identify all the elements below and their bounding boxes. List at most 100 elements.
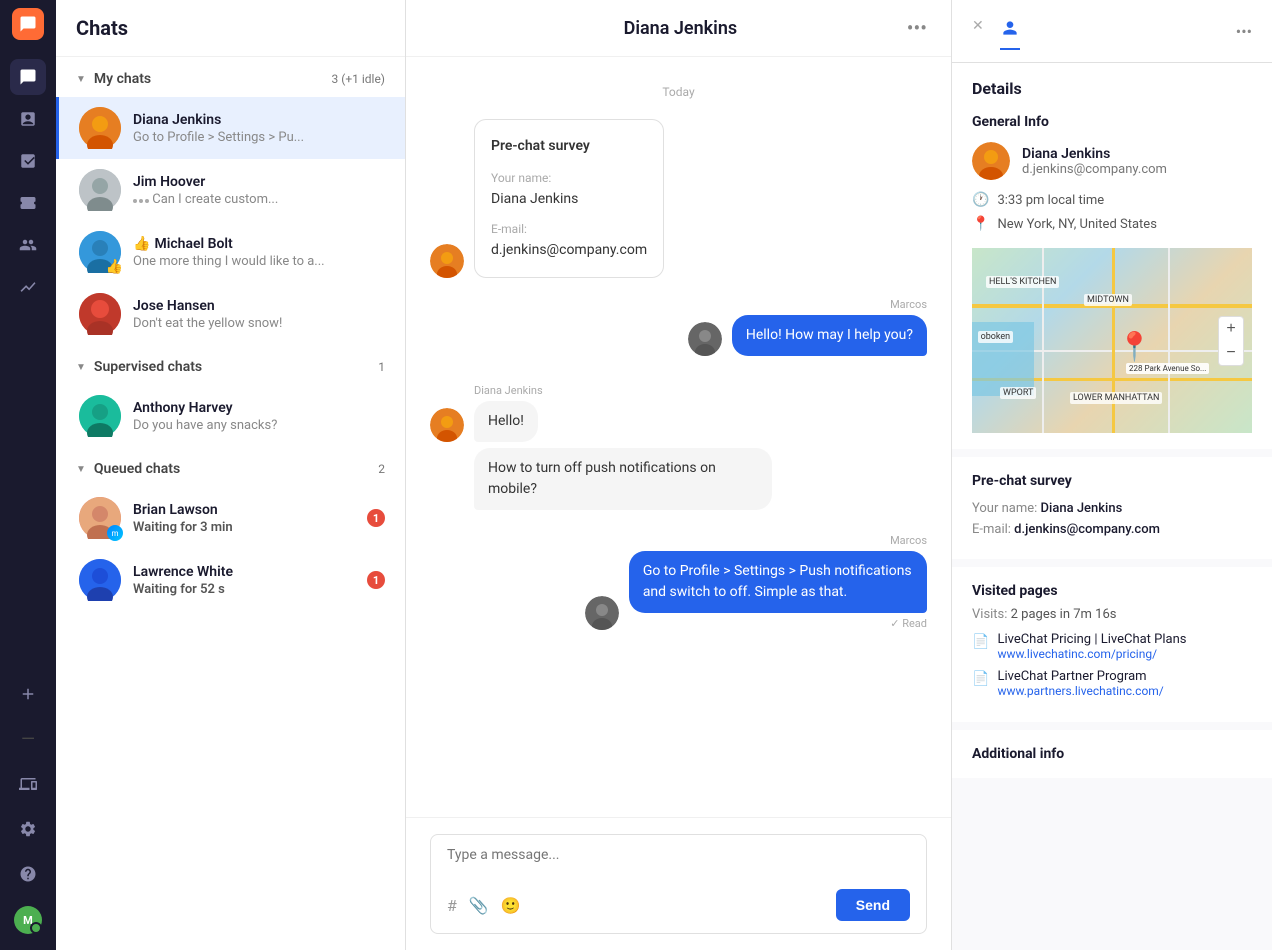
- visited-pages-title: Visited pages: [972, 583, 1252, 599]
- sidebar: Chats ▼ My chats 3 (+1 idle) Diana Jenki…: [56, 0, 406, 950]
- read-receipt: ✓ Read: [629, 617, 927, 630]
- chat-item-jim[interactable]: Jim Hoover Can I create custom...: [56, 159, 405, 221]
- survey-name-value: Diana Jenkins: [491, 189, 647, 210]
- nav-icon-reports[interactable]: [10, 101, 46, 137]
- supervised-chats-section-header[interactable]: ▼ Supervised chats 1: [56, 345, 405, 385]
- survey-bubble: Pre-chat survey Your name: Diana Jenkins…: [474, 119, 664, 278]
- msg-avatar-marcos-1: [688, 322, 722, 356]
- detail-user-email: d.jenkins@company.com: [1022, 162, 1167, 177]
- msg-content-diana-hello: Hello!: [474, 401, 538, 442]
- map-label-hells-kitchen: HELL'S KITCHEN: [986, 276, 1059, 288]
- details-section: Details General Info Diana Jenkins d.jen…: [952, 63, 1272, 449]
- nav-icon-divider-line: —: [10, 721, 46, 757]
- queued-chats-section-header[interactable]: ▼ Queued chats 2: [56, 447, 405, 487]
- msg-avatar-marcos-2: [585, 596, 619, 630]
- msg-avatar-diana-survey: [430, 244, 464, 278]
- visited-pages-section: Visited pages Visits: 2 pages in 7m 16s …: [952, 567, 1272, 722]
- page-item-1: 📄 LiveChat Pricing | LiveChat Plans www.…: [972, 632, 1252, 661]
- local-time-row: 🕐 3:33 pm local time: [972, 192, 1252, 208]
- map-zoom-out[interactable]: −: [1219, 341, 1243, 365]
- map-zoom-in[interactable]: +: [1219, 317, 1243, 341]
- input-icons: # 📎 🙂: [447, 896, 521, 915]
- right-panel: ✕ ••• Details General Info: [952, 0, 1272, 950]
- nav-icon-inbox[interactable]: [10, 143, 46, 179]
- nav-icon-cards[interactable]: [10, 766, 46, 802]
- prechat-survey-section: Pre-chat survey Your name: Diana Jenkins…: [952, 457, 1272, 559]
- msg-row-hello-outgoing: Marcos Hello! How may I help you?: [430, 298, 927, 356]
- typing-indicator: [133, 199, 149, 203]
- map-container[interactable]: HELL'S KITCHEN MIDTOWN oboken WPORT LOWE…: [972, 248, 1252, 433]
- chat-name-anthony: Anthony Harvey: [133, 400, 385, 416]
- chat-name-jose: Jose Hansen: [133, 298, 385, 314]
- page-title-1: LiveChat Pricing | LiveChat Plans: [997, 632, 1252, 647]
- prechat-name-row: Your name: Diana Jenkins: [972, 501, 1252, 516]
- general-info: General Info Diana Jenkins d.jenkins@com…: [972, 114, 1252, 232]
- nav-icon-chats[interactable]: [10, 59, 46, 95]
- nav-icon-settings[interactable]: [10, 811, 46, 847]
- logo[interactable]: [12, 8, 44, 40]
- queued-chats-title: Queued chats: [94, 461, 180, 477]
- msg-bubble-diana-push: How to turn off push notifications on mo…: [474, 448, 772, 510]
- chat-item-lawrence[interactable]: Lawrence White Waiting for 52 s 1: [56, 549, 405, 611]
- nav-icon-help[interactable]: [10, 856, 46, 892]
- date-divider: Today: [430, 85, 927, 99]
- page-info-2: LiveChat Partner Program www.partners.li…: [997, 669, 1252, 698]
- chat-contact-name: Diana Jenkins: [624, 18, 738, 39]
- chat-item-michael[interactable]: 👍 👍 Michael Bolt One more thing I would …: [56, 221, 405, 283]
- tab-close[interactable]: ✕: [972, 12, 984, 50]
- map-label-lower-manhattan: LOWER MANHATTAN: [1070, 392, 1162, 404]
- msg-bubble-marcos-hello: Hello! How may I help you?: [732, 315, 927, 356]
- nav-icon-analytics[interactable]: [10, 269, 46, 305]
- msg-bubble-marcos-reply: Go to Profile > Settings > Push notifica…: [629, 551, 927, 613]
- avatar-brian-wrapper: m: [79, 497, 121, 539]
- nav-icon-add[interactable]: [10, 676, 46, 712]
- chat-item-jose[interactable]: Jose Hansen Don't eat the yellow snow!: [56, 283, 405, 345]
- tab-person[interactable]: [1000, 12, 1020, 50]
- hashtag-icon[interactable]: #: [447, 896, 457, 915]
- msg-row-diana-hello: Hello!: [430, 401, 927, 442]
- map-background: HELL'S KITCHEN MIDTOWN oboken WPORT LOWE…: [972, 248, 1252, 433]
- chat-preview-anthony: Do you have any snacks?: [133, 418, 385, 433]
- attachment-icon[interactable]: 📎: [469, 896, 489, 915]
- message-input-actions: # 📎 🙂 Send: [447, 889, 910, 921]
- msg-row-diana-push: How to turn off push notifications on mo…: [430, 448, 927, 510]
- map-zoom-controls: + −: [1218, 316, 1244, 366]
- msg-marcos-reply-wrapper: Marcos Go to Profile > Settings > Push n…: [430, 534, 927, 630]
- chat-preview-jim: Can I create custom...: [133, 192, 385, 207]
- user-avatar-detail: [972, 142, 1010, 180]
- msg-diana-hello-wrapper: Diana Jenkins Hello! How to turn off pus…: [430, 384, 927, 510]
- prechat-name-val: Diana Jenkins: [1041, 501, 1123, 516]
- msg-avatar-diana-chat: [430, 408, 464, 442]
- page-info-1: LiveChat Pricing | LiveChat Plans www.li…: [997, 632, 1252, 661]
- send-button[interactable]: Send: [836, 889, 910, 921]
- messages-area: Today Pre-chat survey Your name: Diana J…: [406, 57, 951, 817]
- chat-info-michael: 👍 Michael Bolt One more thing I would li…: [133, 236, 385, 269]
- chat-item-anthony[interactable]: Anthony Harvey Do you have any snacks?: [56, 385, 405, 447]
- msg-row-marcos-reply: Marcos Go to Profile > Settings > Push n…: [430, 534, 927, 630]
- chat-more-button[interactable]: •••: [907, 16, 927, 40]
- nav-icon-tickets[interactable]: [10, 185, 46, 221]
- chat-name-michael: 👍 Michael Bolt: [133, 236, 385, 252]
- details-title: Details: [972, 79, 1252, 98]
- prechat-email-key: E-mail:: [972, 522, 1014, 537]
- additional-info-section: Additional info: [952, 730, 1272, 778]
- message-input[interactable]: [447, 847, 910, 879]
- emoji-icon[interactable]: 🙂: [501, 896, 521, 915]
- page-url-1[interactable]: www.livechatinc.com/pricing/: [997, 647, 1252, 661]
- unread-badge-lawrence: 1: [367, 571, 385, 589]
- my-chats-section-header[interactable]: ▼ My chats 3 (+1 idle): [56, 57, 405, 97]
- nav-icon-visitors[interactable]: [10, 227, 46, 263]
- chat-item-diana[interactable]: Diana Jenkins Go to Profile > Settings >…: [56, 97, 405, 159]
- right-panel-more[interactable]: •••: [1236, 22, 1252, 41]
- survey-name-label: Your name:: [491, 169, 647, 187]
- main-chat-area: Diana Jenkins ••• Today Pre-chat survey …: [406, 0, 952, 950]
- right-panel-tabs: ✕: [972, 12, 1020, 50]
- unread-badge-brian: 1: [367, 509, 385, 527]
- page-url-2[interactable]: www.partners.livechatinc.com/: [997, 684, 1252, 698]
- right-panel-header: ✕ •••: [952, 0, 1272, 63]
- agent-avatar[interactable]: M: [14, 906, 42, 934]
- chat-item-brian[interactable]: m Brian Lawson Waiting for 3 min 1: [56, 487, 405, 549]
- my-chats-title: My chats: [94, 71, 151, 87]
- location-icon: 📍: [972, 216, 989, 232]
- sidebar-content: ▼ My chats 3 (+1 idle) Diana Jenkins Go …: [56, 57, 405, 950]
